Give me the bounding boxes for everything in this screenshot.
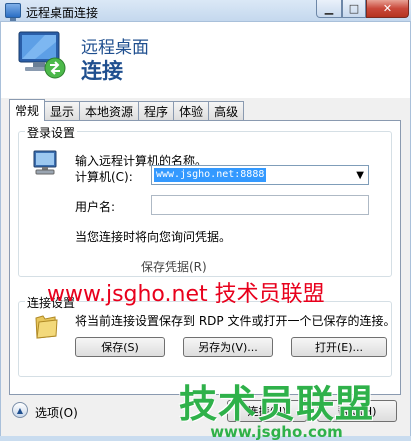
- minimize-icon: ▁: [324, 2, 334, 15]
- remote-desktop-icon: [5, 3, 21, 21]
- maximize-button[interactable]: □: [342, 0, 366, 18]
- save-button[interactable]: 保存(S): [75, 337, 165, 357]
- close-button[interactable]: ✕: [366, 0, 409, 18]
- header-banner: 远程桌面 连接: [1, 22, 410, 98]
- username-label: 用户名:: [75, 200, 116, 214]
- computer-label: 计算机(C):: [75, 170, 133, 184]
- connection-description: 将当前连接设置保存到 RDP 文件或打开一个已保存的连接。: [75, 314, 396, 328]
- options-label[interactable]: 选项(O): [35, 404, 78, 421]
- options-expand-button[interactable]: ▲: [12, 402, 28, 418]
- header-title-line2: 连接: [81, 59, 123, 83]
- tab-advanced[interactable]: 高级: [208, 101, 245, 121]
- tab-local-resources[interactable]: 本地资源: [79, 101, 140, 121]
- red-watermark: www.jsgho.net 技术员联盟: [47, 282, 325, 307]
- save-credentials-label: 保存凭据(R): [141, 260, 207, 274]
- computer-combobox[interactable]: www.jsgho.net:8888 ▼: [151, 165, 369, 185]
- connection-settings-group: 连接设置 将当前连接设置保存到 RDP 文件或打开一个已保存的连接。 保存(S)…: [18, 294, 396, 377]
- window-title: 远程桌面连接: [26, 6, 99, 20]
- general-tab-panel: 登录设置 输入远程计算机的名称。 计算机(C): www.jsgho.net:8…: [9, 120, 401, 395]
- green-watermark: 技术员联盟 www.jsgho.com: [179, 384, 374, 440]
- credential-note: 当您连接时将向您询问凭据。: [75, 230, 232, 244]
- computer-value: www.jsgho.net:8888: [154, 168, 267, 182]
- title-bar: 远程桌面连接 ▁ □ ✕: [0, 0, 411, 22]
- chevron-down-icon[interactable]: ▼: [356, 170, 364, 181]
- username-input[interactable]: [151, 195, 369, 215]
- tab-display[interactable]: 显示: [44, 101, 81, 121]
- tab-strip: 常规 显示 本地资源 程序 体验 高级: [9, 99, 245, 121]
- tab-general[interactable]: 常规: [9, 99, 46, 121]
- dialog-client-area: 远程桌面 连接 常规 显示 本地资源 程序 体验 高级 登录设置 输入远程计算机…: [0, 22, 411, 440]
- minimize-button[interactable]: ▁: [316, 0, 342, 18]
- close-icon: ✕: [382, 2, 393, 15]
- green-watermark-url: www.jsgho.com: [210, 423, 343, 441]
- maximize-icon: □: [348, 2, 360, 15]
- green-watermark-title: 技术员联盟: [179, 382, 375, 426]
- tab-experience[interactable]: 体验: [173, 101, 210, 121]
- login-settings-group: 登录设置 输入远程计算机的名称。 计算机(C): www.jsgho.net:8…: [18, 124, 392, 277]
- chevron-up-icon: ▲: [16, 405, 24, 415]
- tab-programs[interactable]: 程序: [138, 101, 175, 121]
- login-settings-title: 登录设置: [25, 124, 78, 141]
- remote-monitor-icon: [18, 31, 66, 79]
- save-as-button[interactable]: 另存为(V)...: [183, 337, 273, 357]
- open-button[interactable]: 打开(E)...: [291, 337, 387, 357]
- computer-icon: [33, 150, 57, 175]
- folder-icon: [35, 315, 58, 339]
